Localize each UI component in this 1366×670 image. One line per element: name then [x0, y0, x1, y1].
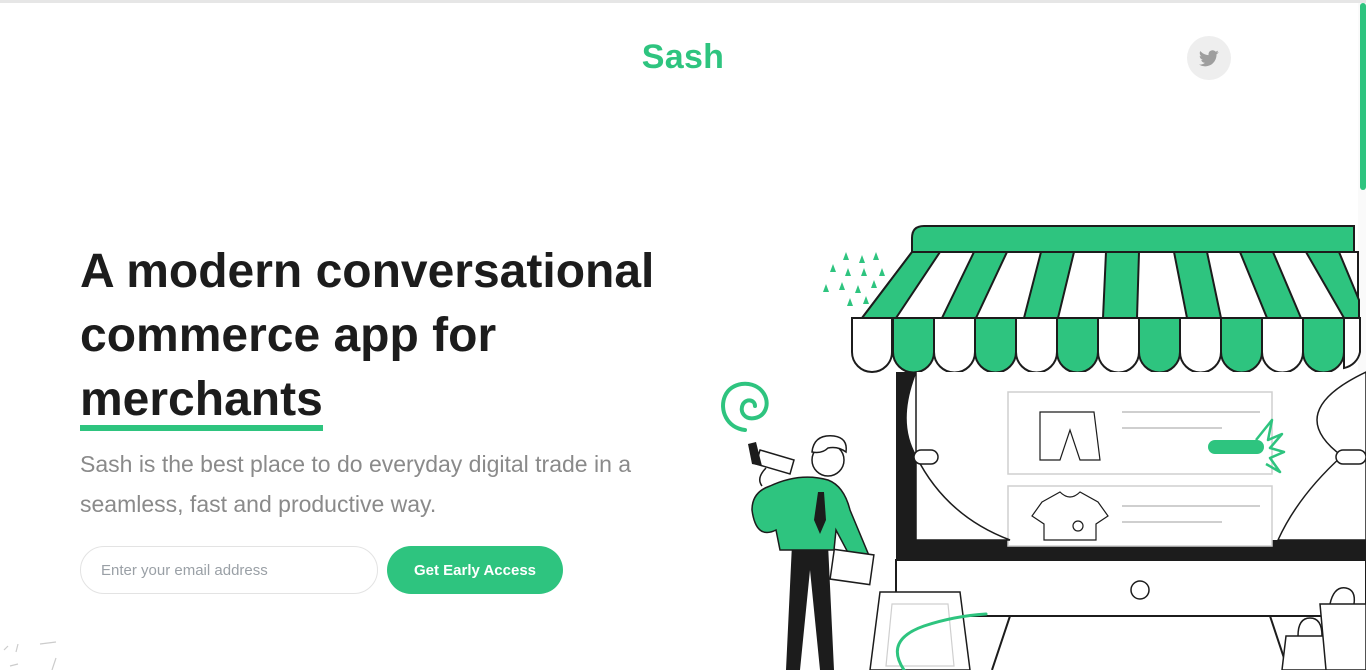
headline-line-1: A modern conversational: [80, 245, 655, 298]
top-border: [0, 0, 1366, 3]
twitter-button[interactable]: [1187, 36, 1231, 80]
brand-logo[interactable]: Sash: [0, 38, 1366, 77]
get-early-access-button[interactable]: Get Early Access: [387, 546, 563, 594]
headline-line-2: commerce app for: [80, 309, 497, 362]
decorative-marks: [3, 641, 57, 670]
swirl-icon: [721, 381, 769, 432]
headline-highlight: merchants: [80, 375, 323, 431]
hero-subtext: Sash is the best place to do everyday di…: [80, 451, 632, 517]
email-input[interactable]: [80, 546, 378, 594]
scrollbar-thumb[interactable]: [1360, 3, 1366, 190]
megaphone-icon: [755, 449, 795, 475]
storefront-illustration: [721, 225, 1366, 670]
hero-headline: A modern conversational commerce app for…: [80, 240, 720, 432]
twitter-icon: [1199, 49, 1219, 66]
person-with-megaphone: [748, 435, 875, 670]
